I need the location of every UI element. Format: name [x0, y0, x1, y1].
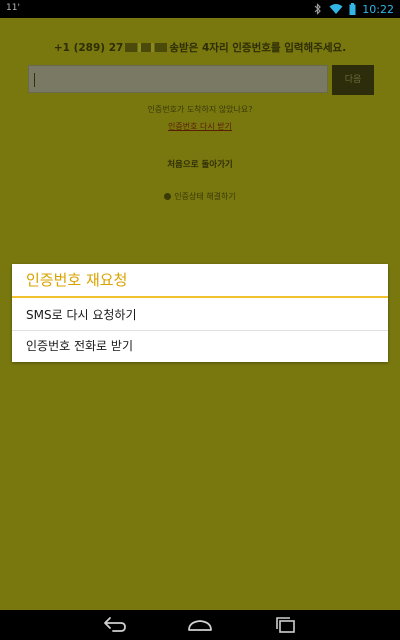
back-icon[interactable] — [101, 614, 129, 636]
dialog-title: 인증번호 재요청 — [12, 264, 388, 298]
status-notification-indicator: 11' — [6, 3, 20, 13]
sms-resend-option[interactable]: SMS로 다시 요청하기 — [12, 300, 388, 331]
code-input[interactable] — [28, 65, 328, 93]
status-bar: 11' 10:22 — [0, 0, 400, 18]
auth-status-label: 인증상태 해결하기 — [174, 192, 236, 201]
text-cursor — [34, 73, 35, 87]
bluetooth-icon — [313, 3, 323, 15]
home-icon[interactable] — [186, 614, 214, 636]
back-to-start-link[interactable]: 처음으로 돌아가기 — [0, 158, 400, 170]
redacted-phone-digits — [125, 43, 168, 52]
instruction-message: 송받은 4자리 인증번호를 입력해주세요. — [169, 42, 347, 54]
instruction-text: +1 (289) 27 송받은 4자리 인증번호를 입력해주세요. — [0, 40, 400, 55]
recents-icon[interactable] — [272, 614, 300, 636]
wifi-icon — [329, 3, 343, 15]
resend-dialog: 인증번호 재요청 SMS로 다시 요청하기 인증번호 전화로 받기 — [12, 264, 388, 362]
system-nav-bar — [0, 610, 400, 640]
resend-code-link-wrapper: 인증번호 다시 받기 — [0, 121, 400, 132]
next-button[interactable]: 다음 — [332, 65, 374, 95]
hint-text: 인증번호가 도착하지 않았나요? — [147, 105, 253, 114]
battery-icon — [349, 3, 356, 15]
auth-status-row[interactable]: 인증상태 해결하기 — [0, 191, 400, 202]
status-time: 10:22 — [362, 2, 394, 16]
status-icons: 10:22 — [313, 2, 394, 16]
instruction-phone: +1 (289) 27 — [53, 42, 124, 54]
resend-code-link[interactable]: 인증번호 다시 받기 — [168, 122, 232, 131]
phone-call-option[interactable]: 인증번호 전화로 받기 — [12, 331, 388, 362]
status-dot-icon — [164, 193, 172, 200]
